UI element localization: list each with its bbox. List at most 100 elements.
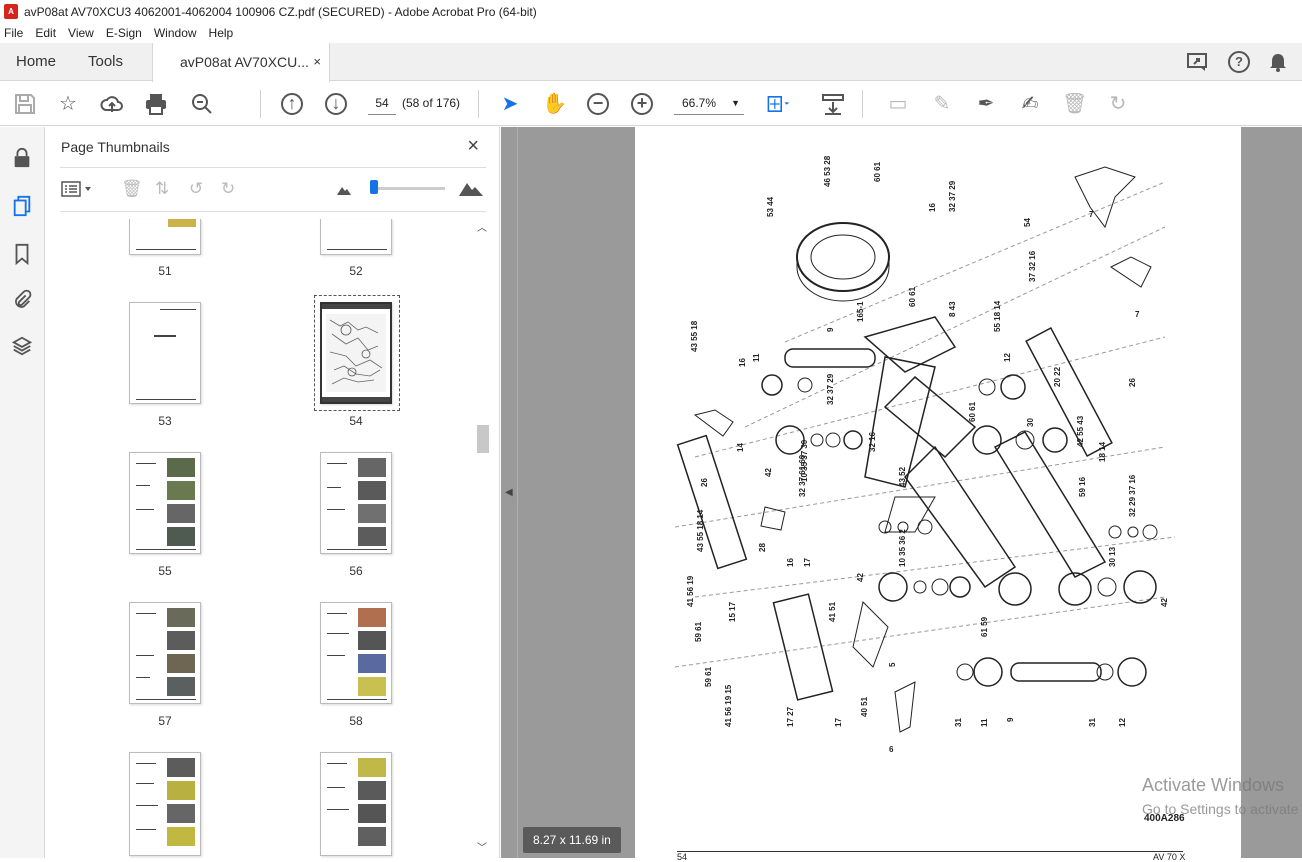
tab-document-label: avP08at AV70XCU... bbox=[180, 54, 309, 70]
options-menu-icon[interactable] bbox=[61, 181, 95, 197]
bookmark-icon[interactable] bbox=[11, 243, 33, 265]
svg-text:46 53 28: 46 53 28 bbox=[823, 155, 832, 187]
tab-home[interactable]: Home bbox=[16, 43, 56, 81]
page-thumbnail-58[interactable] bbox=[320, 602, 392, 704]
svg-text:37 32 16: 37 32 16 bbox=[1028, 250, 1037, 282]
zoom-in-icon[interactable]: + bbox=[631, 93, 653, 115]
save-icon[interactable] bbox=[13, 92, 37, 116]
thumbnail-size-slider-track[interactable] bbox=[375, 187, 445, 190]
panel-splitter[interactable] bbox=[517, 127, 518, 858]
page-thumbnails-icon[interactable] bbox=[11, 195, 33, 217]
page-thumbnail-60[interactable] bbox=[320, 752, 392, 856]
page-thumbnail-57[interactable] bbox=[129, 602, 201, 704]
page-thumbnail-56[interactable] bbox=[320, 452, 392, 554]
page-number-input[interactable]: 54 bbox=[368, 91, 396, 115]
previous-page-icon[interactable]: ↑ bbox=[281, 93, 303, 115]
thumbnail-label-54: 54 bbox=[349, 414, 363, 428]
comment-icon[interactable]: ▭ bbox=[886, 92, 910, 116]
thumbnail-text-line bbox=[136, 485, 150, 486]
attachment-icon[interactable] bbox=[11, 289, 33, 311]
thumbnail-size-slider-handle[interactable] bbox=[370, 180, 378, 194]
tab-tools[interactable]: Tools bbox=[88, 43, 123, 81]
thumbnail-photo bbox=[167, 804, 195, 823]
page-footer-model: AV 70 X bbox=[1153, 852, 1186, 862]
large-thumbnails-icon[interactable] bbox=[459, 181, 483, 196]
edit-pdf-icon[interactable]: ✍ bbox=[1018, 92, 1042, 116]
select-cursor-icon[interactable]: ➤ bbox=[498, 92, 522, 116]
svg-text:30 13: 30 13 bbox=[1108, 546, 1117, 567]
menu-edit[interactable]: Edit bbox=[35, 26, 56, 40]
hand-tool-icon[interactable]: ✋ bbox=[542, 92, 567, 116]
scroll-mode-icon[interactable] bbox=[821, 92, 845, 116]
page-thumbnail-51[interactable] bbox=[129, 219, 201, 255]
thumbnail-photo bbox=[358, 654, 386, 673]
redo-icon[interactable]: ↻ bbox=[1106, 92, 1130, 116]
menu-view[interactable]: View bbox=[68, 26, 94, 40]
thumbnail-label-53: 53 bbox=[158, 414, 172, 428]
next-page-icon[interactable]: ↓ bbox=[325, 93, 347, 115]
trash-icon[interactable]: 🗑 bbox=[1062, 92, 1087, 116]
upload-cloud-icon[interactable] bbox=[100, 92, 124, 116]
bell-icon[interactable] bbox=[1268, 51, 1288, 73]
menu-esign[interactable]: E-Sign bbox=[106, 26, 142, 40]
fit-page-icon[interactable] bbox=[766, 92, 790, 116]
thumbnail-photo bbox=[358, 827, 386, 846]
menu-bar: File Edit View E-Sign Window Help bbox=[0, 23, 1302, 43]
chevron-down-icon: ▼ bbox=[731, 98, 740, 108]
print-icon[interactable] bbox=[144, 92, 168, 116]
svg-text:18 14: 18 14 bbox=[1098, 441, 1107, 462]
thumbnail-photo bbox=[358, 781, 386, 800]
thumbnail-photo bbox=[167, 458, 195, 477]
svg-text:32 37 29: 32 37 29 bbox=[948, 180, 957, 212]
page-thumbnail-53[interactable] bbox=[129, 302, 201, 404]
scroll-up-icon[interactable]: ︿ bbox=[477, 219, 487, 234]
thumbnail-photo bbox=[167, 827, 195, 846]
small-thumbnails-icon[interactable] bbox=[337, 185, 351, 195]
panel-title: Page Thumbnails bbox=[61, 139, 170, 155]
page-thumbnail-52[interactable] bbox=[320, 219, 392, 255]
rotate-left-icon[interactable]: ↺ bbox=[189, 179, 203, 199]
svg-text:32 37 61 60: 32 37 61 60 bbox=[798, 454, 807, 497]
sign-pen-icon[interactable]: ✒ bbox=[974, 92, 998, 116]
svg-text:32 37 29: 32 37 29 bbox=[826, 373, 835, 405]
zoom-out-icon[interactable]: − bbox=[587, 93, 609, 115]
close-panel-icon[interactable]: × bbox=[467, 135, 479, 158]
thumbnail-text-line bbox=[327, 463, 347, 464]
menu-window[interactable]: Window bbox=[154, 26, 197, 40]
thumbnail-text-line bbox=[327, 655, 345, 656]
delete-page-icon[interactable]: 🗑 bbox=[121, 179, 143, 199]
close-tab-icon[interactable]: × bbox=[313, 43, 321, 81]
split-page-icon[interactable]: ⇅ bbox=[155, 179, 169, 199]
activation-watermark: Activate Windows bbox=[1142, 775, 1285, 795]
page-thumbnail-55[interactable] bbox=[129, 452, 201, 554]
collapse-panel-icon[interactable]: ◀ bbox=[505, 487, 513, 498]
menu-help[interactable]: Help bbox=[209, 26, 234, 40]
highlight-icon[interactable]: ✎ bbox=[930, 92, 954, 116]
rotate-right-icon[interactable]: ↻ bbox=[221, 179, 235, 199]
scroll-down-icon[interactable]: ﹀ bbox=[477, 839, 487, 854]
tab-document[interactable]: avP08at AV70XCU... × bbox=[152, 43, 330, 82]
thumbnail-label-57: 57 bbox=[158, 714, 172, 728]
thumbnail-drawing bbox=[322, 304, 390, 402]
page-thumbnail-54[interactable] bbox=[320, 302, 392, 404]
share-screen-icon[interactable] bbox=[1186, 51, 1210, 73]
thumbnail-photo bbox=[358, 608, 386, 627]
help-icon[interactable]: ? bbox=[1228, 51, 1250, 73]
zoom-select[interactable]: 66.7% ▼ bbox=[674, 91, 744, 115]
thumbnails-scrollbar[interactable]: ︿ ﹀ bbox=[475, 219, 489, 855]
svg-text:26: 26 bbox=[700, 478, 709, 487]
layers-icon[interactable] bbox=[11, 335, 33, 357]
page-count: (58 of 176) bbox=[402, 96, 461, 110]
svg-text:17 27: 17 27 bbox=[786, 706, 795, 727]
toolbar-divider bbox=[862, 90, 863, 118]
star-icon[interactable]: ☆ bbox=[56, 92, 80, 116]
menu-file[interactable]: File bbox=[4, 26, 23, 40]
svg-text:43 55 18 14: 43 55 18 14 bbox=[696, 509, 705, 552]
thumbnail-text-line bbox=[136, 509, 154, 510]
document-view[interactable]: ◀ 53 44 46 53 28 60 61 16 32 37 29 54 7 … bbox=[501, 127, 1302, 862]
page-thumbnail-59[interactable] bbox=[129, 752, 201, 856]
lock-icon[interactable] bbox=[11, 147, 33, 169]
thumbnails-scrollbar-thumb[interactable] bbox=[477, 425, 489, 453]
zoom-search-icon[interactable] bbox=[190, 92, 214, 116]
page-footer-line bbox=[677, 851, 1183, 852]
